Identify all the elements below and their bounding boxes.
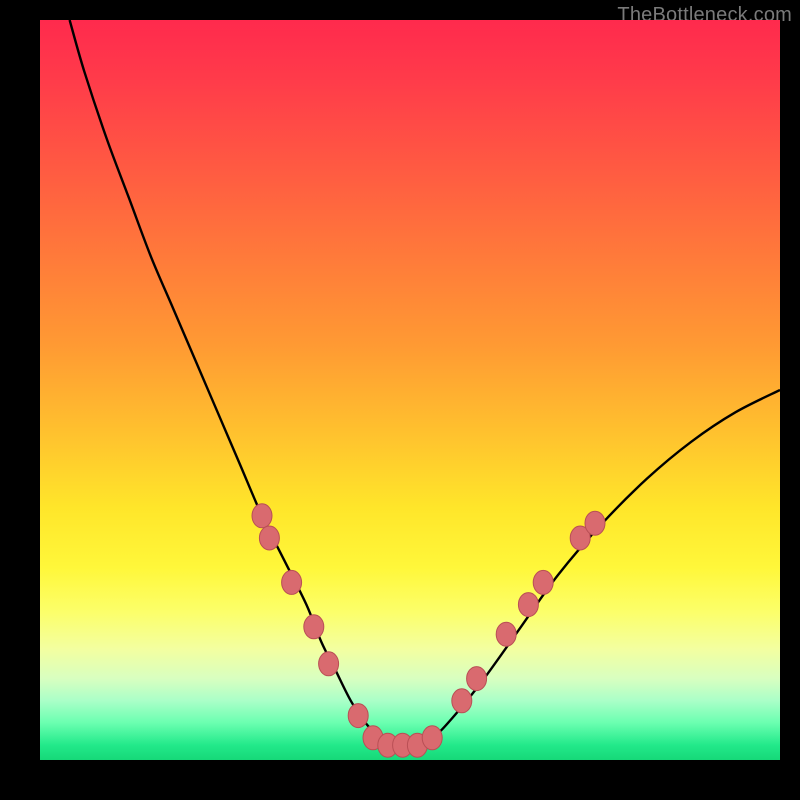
marker-dot	[348, 704, 368, 728]
marker-dot	[282, 570, 302, 594]
marker-dot	[422, 726, 442, 750]
plot-area	[40, 20, 780, 760]
marker-dot	[252, 504, 272, 528]
marker-dot	[467, 667, 487, 691]
marker-dot	[518, 593, 538, 617]
marker-dot	[496, 622, 516, 646]
chart-stage: TheBottleneck.com	[0, 0, 800, 800]
marker-dot	[259, 526, 279, 550]
markers-layer	[40, 20, 780, 760]
marker-dot	[452, 689, 472, 713]
marker-dot	[304, 615, 324, 639]
marker-dot	[585, 511, 605, 535]
marker-dot	[533, 570, 553, 594]
marker-dot	[319, 652, 339, 676]
marker-group	[252, 504, 605, 757]
